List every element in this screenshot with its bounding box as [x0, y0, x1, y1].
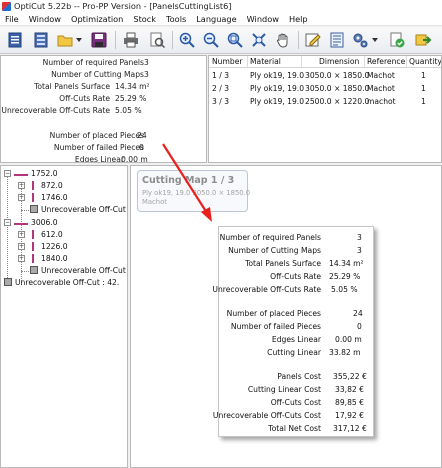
opticut-window: OptiCut 5.22b -- Pro-PP Version - [Panel… — [0, 0, 442, 468]
annotation-arrow-icon — [162, 143, 212, 222]
